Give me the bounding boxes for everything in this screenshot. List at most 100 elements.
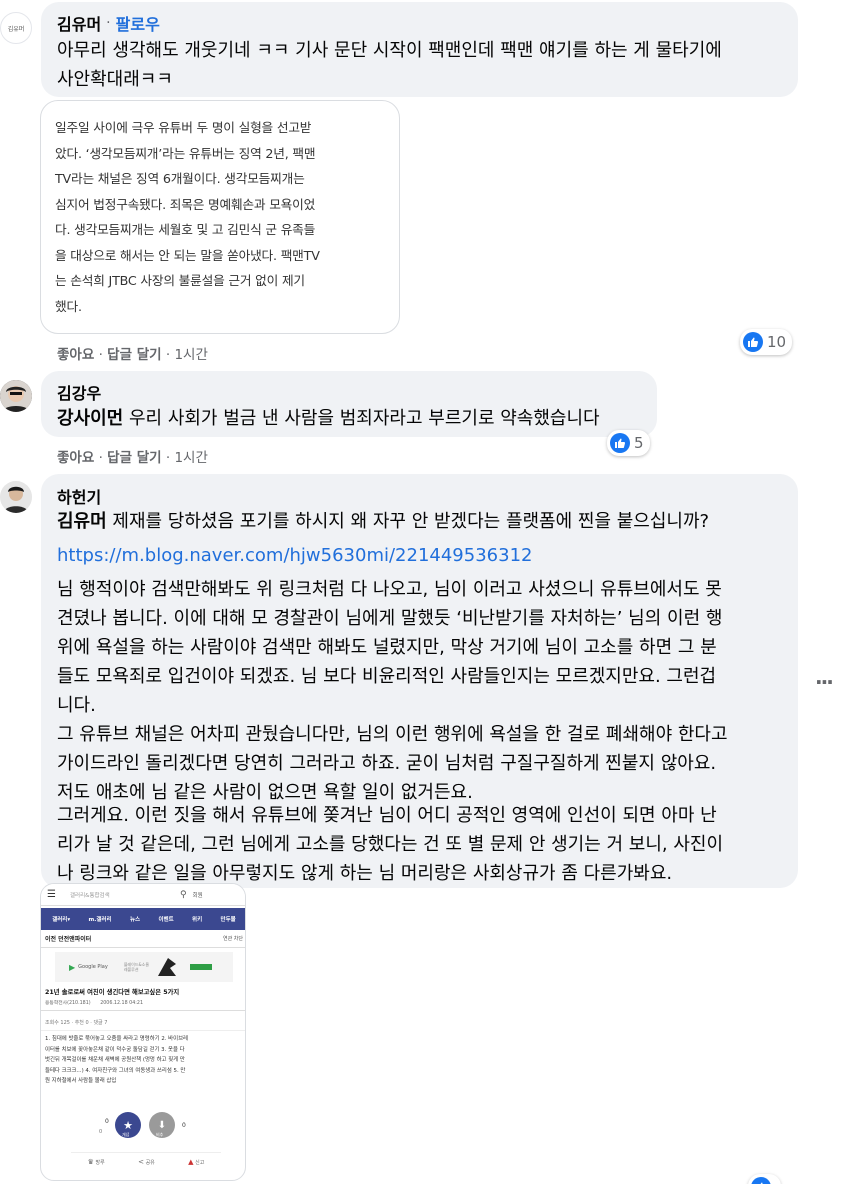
- mention-link[interactable]: 강사이먼: [57, 408, 123, 429]
- comment-bubble: 하헌기 김유머 제재를 당하셨음 포기를 하시지 왜 자꾸 안 받겠다는 플랫폼…: [41, 474, 798, 888]
- blog-link[interactable]: https://m.blog.naver.com/hjw5630mi/22144…: [57, 541, 532, 570]
- mini-gallery-name: 이전 던전앤파이터: [45, 936, 92, 943]
- mini-post-date: 2006.12.18 04:21: [100, 1001, 144, 1006]
- comment-actions: 좋아요 · 답글 달기 · 1시간: [57, 347, 208, 363]
- mini-footer-item: 방루: [95, 1159, 105, 1166]
- thumbs-up-icon: [751, 1177, 771, 1184]
- comment-bubble: 김유머 · 팔로우 아무리 생각해도 개웃기네 ㅋㅋ 기사 문단 시작이 팩맨인…: [41, 2, 798, 97]
- quote-line: TV라는 채널은 징역 6개월이다. 생각모듬찌개는: [55, 171, 305, 186]
- quote-line: 다. 생각모듬찌개는 세월호 및 고 김민식 군 유족들: [55, 222, 316, 237]
- mini-post-author: 용동학전사(210.181): [45, 1001, 91, 1006]
- share-icon: <: [138, 1157, 144, 1166]
- download-badge: [189, 964, 212, 970]
- mini-store-promo: 블레이드&소울 레볼루션: [123, 962, 150, 972]
- mention-link[interactable]: 김유머: [57, 511, 107, 532]
- mini-nav-item: 만두몰: [220, 917, 236, 923]
- quote-image-card[interactable]: 일주일 사이에 극우 유튜버 두 명이 실형을 선고받 았다. ‘생각모듬찌개’…: [40, 100, 400, 334]
- mini-footer-item: 신고: [195, 1159, 205, 1166]
- mini-store-label: Google Play: [78, 964, 108, 970]
- quote-line: 심지어 법정구속됐다. 죄목은 명예훼손과 모욕이었: [55, 196, 316, 212]
- mini-nav-item: 뉴스: [129, 917, 141, 923]
- crown-icon: ♛: [87, 1157, 94, 1166]
- quote-line: 일주일 사이에 극우 유튜버 두 명이 실형을 선고받: [55, 120, 312, 135]
- mini-down-label: 비추: [156, 1132, 164, 1137]
- reaction-number: 10: [767, 333, 787, 351]
- mini-nav-item: 이벤트: [158, 917, 174, 923]
- mini-gallery-actions: 연관 차단: [223, 936, 243, 942]
- comment-author[interactable]: 김유머: [57, 11, 101, 35]
- comment-author[interactable]: 김강우: [57, 380, 101, 404]
- comment-text-line: 가이드라인 돌리겠다면 당연히 그러라고 하죠. 굳이 님처럼 구질구질하게 찐…: [57, 753, 717, 774]
- reaction-count[interactable]: 5: [607, 430, 650, 456]
- reply-button[interactable]: 답글 달기: [107, 450, 161, 466]
- game-character-icon: [157, 958, 176, 976]
- avatar[interactable]: [0, 481, 32, 513]
- comment-text-line: 견뎠나 봅니다. 이에 대해 모 경찰관이 님에게 말했듯 ‘비난받기를 자처하…: [57, 608, 723, 629]
- more-options-icon[interactable]: ···: [815, 670, 834, 694]
- mini-footer-item: 공유: [145, 1159, 155, 1166]
- attached-screenshot[interactable]: ☰ 갤러리&통합검색 ⚲ 회원 갤러리▾ m.갤러리 뉴스 이벤트 위키 만두몰…: [40, 883, 246, 1181]
- avatar-label: 김유머: [7, 25, 25, 33]
- comment-time[interactable]: 1시간: [174, 450, 207, 466]
- like-button[interactable]: 좋아요: [57, 347, 94, 363]
- mini-search-bar: ☰ 갤러리&통합검색 ⚲ 회원: [41, 884, 245, 906]
- mini-search-extra: 회원: [192, 892, 203, 899]
- mini-nav-item: m.갤러리: [88, 917, 112, 923]
- mini-post-body: 1. 침대에 밧줄로 묶어놓고 오줌을 싸라고 명령하기 2. 바이브레 이터를…: [45, 1034, 188, 1087]
- comment-text: 제재를 당하셨음 포기를 하시지 왜 자꾸 안 받겠다는 플랫폼에 찐을 붙으십…: [106, 511, 710, 532]
- separator-dot: ·: [106, 15, 111, 31]
- mini-nav: 갤러리▾ m.갤러리 뉴스 이벤트 위키 만두몰: [41, 908, 245, 930]
- mini-ad-banner: ▶ Google Play 블레이드&소울 레볼루션: [55, 952, 233, 982]
- mini-vote-small-count: 0: [99, 1129, 103, 1135]
- mini-post-line: 들테다 크크크...) 4. 여자친구와 그녀의 여동생과 쓰리섬 5. 만: [45, 1067, 186, 1074]
- mini-post-line: 벗긴뒤 개목걸이를 채운채 새벽에 공원산책 (멍멍 하고 짖게 만: [45, 1057, 185, 1063]
- mini-post-line: 1. 침대에 밧줄로 묶어놓고 오줌을 싸라고 명령하기 2. 바이브레: [45, 1036, 189, 1042]
- comment-text: 우리 사회가 벌금 낸 사람을 범죄자라고 부르기로 약속했습니다: [123, 408, 600, 429]
- mini-post-line: 이터를 치보에 꽂아놓은채 같이 덕수궁 돌담길 걷기 3. 옷을 다: [45, 1046, 185, 1053]
- siren-icon: ▲: [188, 1157, 194, 1166]
- profile-photo-icon: [0, 380, 32, 412]
- play-icon: ▶: [69, 962, 76, 972]
- reaction-count[interactable]: 10: [740, 329, 793, 355]
- quote-line: 았다. ‘생각모듬찌개’라는 유튜버는 징역 2년, 팩맨: [55, 145, 316, 161]
- comment-text-line: 리가 날 것 같은데, 그런 님에게 고소를 당했다는 건 또 별 문제 안 생…: [57, 834, 724, 855]
- mini-vote-up-count: 0: [105, 1118, 109, 1125]
- reaction-number: 5: [634, 434, 644, 452]
- comment-text-line: 위에 욕설을 하는 사람이야 검색만 해봐도 널렸지만, 막상 거기에 님이 고…: [57, 637, 717, 658]
- comment-text-line: 사안확대래ㅋㅋ: [57, 69, 173, 90]
- mini-post-stats: 조회수 125 · 추천 0 · 댓글 7: [45, 1020, 108, 1026]
- comment-bubble: 김강우 강사이먼 우리 사회가 벌금 낸 사람을 범죄자라고 부르기로 약속했습…: [41, 371, 657, 437]
- follow-link[interactable]: 팔로우: [116, 11, 160, 35]
- comment-text-line: 그러게요. 이런 짓을 해서 유튜브에 쫒겨난 님이 어디 공적인 영역에 인선…: [57, 805, 717, 826]
- comment-text-line: 니다.: [57, 695, 96, 716]
- comment-text-line: 그 유튜브 채널은 어차피 관뒀습니다만, 님의 이런 행위에 욕설을 한 걸로…: [57, 724, 728, 745]
- menu-icon: ☰: [47, 889, 56, 900]
- comment-author[interactable]: 하헌기: [57, 484, 101, 508]
- mini-vote-area: 0 0 ★ 개념 ⬇ 비추 0: [91, 1112, 211, 1146]
- reply-button[interactable]: 답글 달기: [107, 347, 161, 363]
- thumbs-up-icon: [610, 433, 630, 453]
- mini-nav-item: 갤러리▾: [52, 917, 71, 923]
- mini-vote-down-count: 0: [182, 1122, 186, 1129]
- comment-time[interactable]: 1시간: [174, 347, 207, 363]
- mini-post-line: 원 지하철에서 사람들 몰래 삽입: [45, 1078, 117, 1084]
- search-icon: ⚲: [179, 889, 187, 900]
- like-button[interactable]: 좋아요: [57, 450, 94, 466]
- comment-actions: 좋아요 · 답글 달기 · 1시간: [57, 450, 208, 466]
- reaction-count[interactable]: [748, 1174, 781, 1184]
- avatar[interactable]: 김유머: [0, 12, 32, 44]
- comment-text-line: 님 행적이야 검색만해봐도 위 링크처럼 다 나오고, 님이 이러고 사셨으니 …: [57, 579, 722, 600]
- mini-up-label: 개념: [122, 1132, 130, 1137]
- quote-text: 일주일 사이에 극우 유튜버 두 명이 실형을 선고받 았다. ‘생각모듬찌개’…: [55, 115, 399, 319]
- mini-search-placeholder: 갤러리&통합검색: [69, 892, 110, 899]
- avatar[interactable]: [0, 380, 32, 412]
- mini-footer: ♛ 방루 < 공유 ▲ 신고: [71, 1152, 221, 1170]
- comment-text-line: 들도 모욕죄로 입건이야 되겠죠. 님 보다 비윤리적인 사람들인지는 모르겠지…: [57, 666, 717, 687]
- profile-photo-icon: [0, 481, 32, 513]
- quote-line: 했다.: [55, 298, 82, 314]
- quote-line: 는 손석희 JTBC 사장의 불륜설을 근거 없이 제기: [55, 273, 305, 288]
- mini-post-title: 21년 솔로로써 여친이 생긴다면 해보고싶은 5가지: [45, 989, 180, 996]
- thumbs-up-icon: [743, 332, 763, 352]
- mini-nav-item: 위키: [192, 917, 203, 923]
- quote-line: 을 대상으로 해서는 안 되는 말을 쏟아냈다. 팩맨TV: [55, 247, 320, 263]
